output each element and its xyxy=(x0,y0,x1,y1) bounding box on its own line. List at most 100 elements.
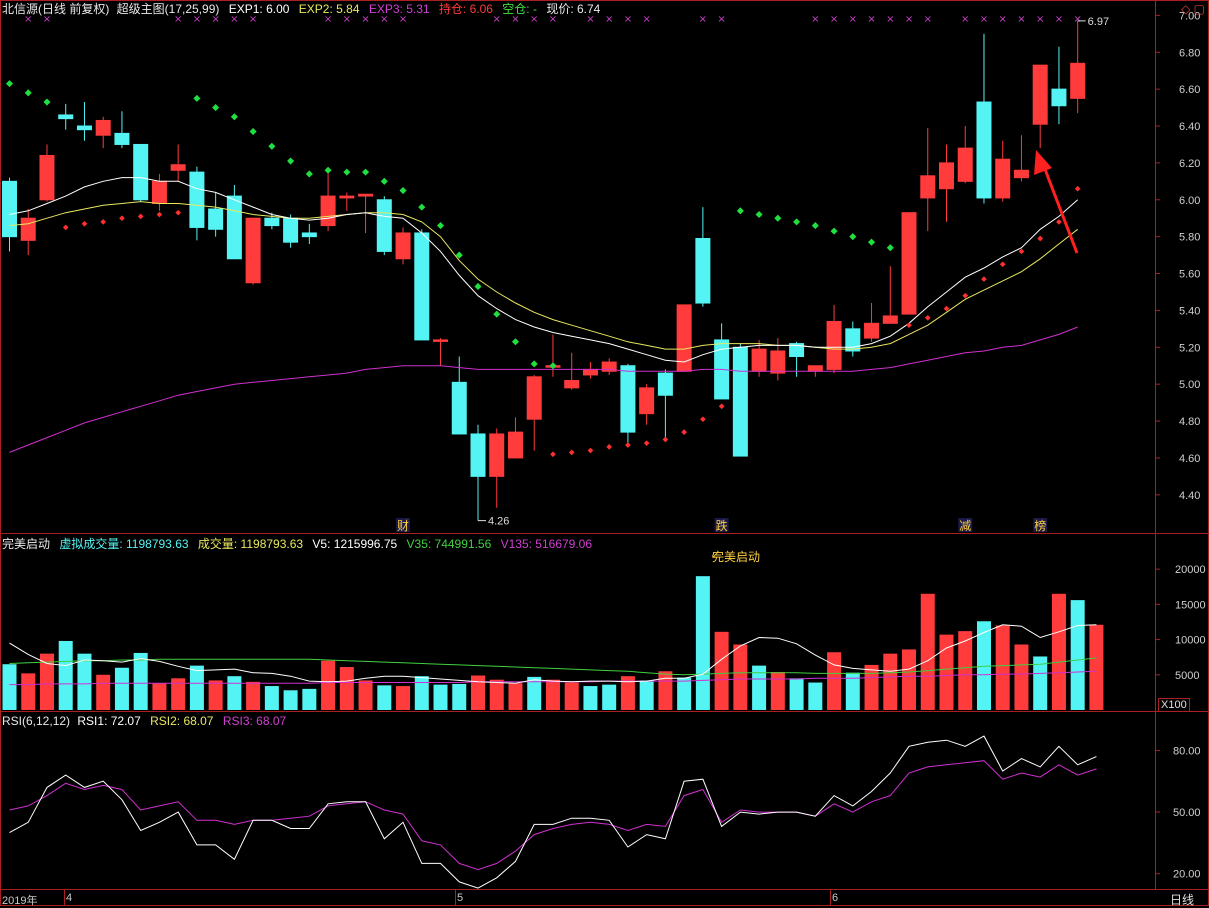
volume-bar[interactable] xyxy=(1051,593,1066,710)
candle[interactable] xyxy=(601,358,617,375)
candle[interactable] xyxy=(939,144,954,222)
candle[interactable] xyxy=(20,208,36,256)
corner-controls[interactable]: ◇ ▢ xyxy=(1181,2,1205,16)
candle[interactable] xyxy=(714,323,730,400)
candle[interactable] xyxy=(395,227,411,265)
candle[interactable] xyxy=(1013,135,1029,182)
price-panel[interactable]: × × × × × × × × × × × × × × × × × × × × × × × × × × × × × × × × × × × ×4.26… xyxy=(2,14,1110,533)
candle[interactable] xyxy=(545,334,561,377)
volume-bar[interactable] xyxy=(152,683,167,710)
volume-bar[interactable] xyxy=(21,673,36,710)
volume-bar[interactable] xyxy=(396,686,411,710)
volume-bar[interactable] xyxy=(77,653,92,710)
volume-bar[interactable] xyxy=(827,652,842,710)
candle[interactable] xyxy=(582,362,598,379)
candle[interactable] xyxy=(620,363,636,444)
candle[interactable] xyxy=(901,212,917,315)
volume-bar[interactable] xyxy=(658,671,673,710)
volume-bar[interactable] xyxy=(114,667,129,710)
candle[interactable] xyxy=(1032,64,1048,149)
volume-bar[interactable] xyxy=(883,653,898,710)
volume-bar[interactable] xyxy=(583,686,598,710)
volume-bar[interactable] xyxy=(864,664,879,710)
volume-bar[interactable] xyxy=(283,690,298,710)
volume-bar[interactable] xyxy=(602,684,617,710)
candle[interactable] xyxy=(208,192,224,237)
volume-bar[interactable] xyxy=(1014,644,1029,710)
volume-bar[interactable] xyxy=(508,683,523,710)
candle[interactable] xyxy=(170,144,186,182)
volume-bar[interactable] xyxy=(677,677,692,710)
candle[interactable] xyxy=(151,173,167,211)
volume-bar[interactable] xyxy=(377,685,392,710)
volume-bar[interactable] xyxy=(339,667,354,710)
volume-bar[interactable] xyxy=(321,660,336,710)
volume-bar[interactable] xyxy=(414,676,429,710)
candle[interactable] xyxy=(1051,46,1067,125)
candle[interactable] xyxy=(732,343,748,457)
event-label[interactable]: 榜 xyxy=(1034,518,1046,533)
period-label[interactable]: 日线 xyxy=(1170,891,1194,908)
volume-bar[interactable] xyxy=(58,640,73,710)
candle[interactable] xyxy=(470,424,486,521)
candle[interactable] xyxy=(95,116,111,149)
candle[interactable] xyxy=(920,127,936,232)
volume-bar[interactable] xyxy=(227,676,242,710)
candle[interactable] xyxy=(39,144,55,202)
volume-bar[interactable] xyxy=(545,679,560,710)
candle[interactable] xyxy=(301,223,317,245)
candle[interactable] xyxy=(695,207,711,307)
candle[interactable] xyxy=(882,266,898,324)
volume-bar[interactable] xyxy=(920,593,935,710)
candle[interactable] xyxy=(1070,20,1086,114)
volume-bar[interactable] xyxy=(695,576,710,710)
event-label[interactable]: 财 xyxy=(397,519,409,533)
candle[interactable] xyxy=(507,417,523,459)
volume-bar[interactable] xyxy=(264,686,279,710)
candle[interactable] xyxy=(414,229,430,341)
candle[interactable] xyxy=(845,321,861,357)
volume-bar[interactable] xyxy=(564,682,579,710)
candle[interactable] xyxy=(976,33,992,204)
candle[interactable] xyxy=(76,102,92,141)
candle[interactable] xyxy=(245,217,261,285)
event-label[interactable]: 减 xyxy=(959,519,971,533)
volume-bar[interactable] xyxy=(208,680,223,710)
candle[interactable] xyxy=(133,143,149,202)
stock-chart[interactable]: × × × × × × × × × × × × × × × × × × × × × × × × × × × × × × × × × × × ×4.26… xyxy=(0,0,1209,906)
candle[interactable] xyxy=(995,140,1011,202)
volume-bar[interactable] xyxy=(770,671,785,710)
candle[interactable] xyxy=(657,369,673,438)
candle[interactable] xyxy=(433,338,449,366)
volume-bar[interactable] xyxy=(471,675,485,710)
volume-bar[interactable] xyxy=(1070,600,1085,710)
volume-bar[interactable] xyxy=(302,688,317,710)
volume-panel[interactable]: ↙ xyxy=(2,550,1104,710)
diamond-icon[interactable]: ◇ xyxy=(1181,2,1190,16)
candle[interactable] xyxy=(826,304,842,374)
event-label[interactable]: 跌 xyxy=(716,518,728,533)
candle[interactable] xyxy=(2,177,17,252)
volume-bar[interactable] xyxy=(246,681,261,710)
volume-bar[interactable] xyxy=(995,625,1010,710)
candle[interactable] xyxy=(58,103,74,130)
restore-icon[interactable]: ▢ xyxy=(1194,2,1205,16)
candle[interactable] xyxy=(320,172,336,232)
volume-bar[interactable] xyxy=(808,682,823,710)
volume-bar[interactable] xyxy=(639,680,654,710)
candle[interactable] xyxy=(526,374,542,451)
candle[interactable] xyxy=(283,214,299,248)
volume-bar[interactable] xyxy=(902,649,917,710)
rsi-panel[interactable] xyxy=(9,735,1097,889)
volume-bar[interactable] xyxy=(733,644,748,710)
candle[interactable] xyxy=(564,352,580,390)
volume-bar[interactable] xyxy=(358,680,373,710)
volume-bar[interactable] xyxy=(2,664,17,710)
volume-bar[interactable] xyxy=(714,631,729,710)
volume-bar[interactable] xyxy=(189,665,204,710)
volume-bar[interactable] xyxy=(1089,624,1104,710)
candle[interactable] xyxy=(226,185,242,260)
candle[interactable] xyxy=(864,303,880,342)
candle[interactable] xyxy=(376,196,392,256)
volume-bar[interactable] xyxy=(433,684,448,710)
